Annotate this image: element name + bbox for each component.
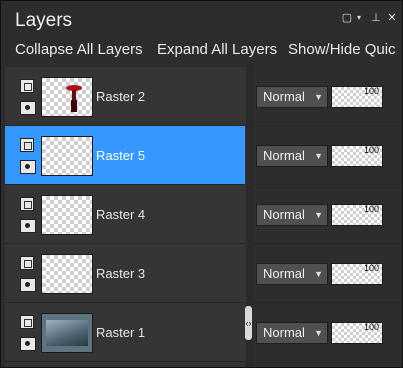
blend-mode-dropdown[interactable]: Normal ▼ bbox=[256, 145, 328, 167]
row-divider bbox=[253, 243, 402, 244]
restore-icon[interactable]: ▢ bbox=[341, 12, 353, 24]
blend-mode-dropdown[interactable]: Normal ▼ bbox=[256, 204, 328, 226]
layer-list: Raster 2 Raster 5 Raster 4 Raster 3 Rast… bbox=[5, 67, 246, 367]
expand-all-button[interactable]: Expand All Layers bbox=[157, 41, 277, 58]
layer-row-raster-4[interactable]: Raster 4 bbox=[5, 185, 245, 244]
layer-name: Raster 1 bbox=[96, 325, 146, 340]
blend-mode-dropdown[interactable]: Normal ▼ bbox=[256, 263, 328, 285]
layer-thumbnail bbox=[41, 313, 93, 353]
chevron-down-icon: ▼ bbox=[314, 328, 323, 338]
visibility-eye-icon[interactable] bbox=[20, 160, 36, 174]
pin-icon[interactable]: ⊥ bbox=[370, 12, 382, 24]
chevron-down-icon: ▼ bbox=[314, 92, 323, 102]
close-icon[interactable]: ✕ bbox=[386, 12, 398, 24]
lock-icon[interactable] bbox=[20, 79, 34, 93]
blend-mode-dropdown[interactable]: Normal ▼ bbox=[256, 86, 328, 108]
lock-icon[interactable] bbox=[20, 138, 34, 152]
layer-thumbnail bbox=[41, 77, 93, 117]
collapse-all-button[interactable]: Collapse All Layers bbox=[15, 41, 143, 58]
row-divider bbox=[253, 302, 402, 303]
show-hide-quick-button[interactable]: Show/Hide Quic bbox=[288, 41, 396, 58]
panel-titlebar: Layers ▢ ▾ ⊥ ✕ bbox=[1, 1, 402, 37]
layer-name: Raster 2 bbox=[96, 89, 146, 104]
opacity-field[interactable]: 100 bbox=[331, 263, 383, 285]
blend-mode-dropdown[interactable]: Normal ▼ bbox=[256, 322, 328, 344]
row-divider bbox=[253, 184, 402, 185]
layer-row-raster-1[interactable]: Raster 1 bbox=[5, 303, 245, 362]
layer-thumbnail bbox=[41, 254, 93, 294]
layer-row-raster-3[interactable]: Raster 3 bbox=[5, 244, 245, 303]
layer-name: Raster 5 bbox=[96, 148, 146, 163]
layer-thumbnail bbox=[41, 195, 93, 235]
layer-row-raster-2[interactable]: Raster 2 bbox=[5, 67, 245, 126]
opacity-field[interactable]: 100 bbox=[331, 204, 383, 226]
lock-icon[interactable] bbox=[20, 315, 34, 329]
row-divider bbox=[253, 125, 402, 126]
lock-icon[interactable] bbox=[20, 256, 34, 270]
panel-toolbar: Collapse All Layers Expand All Layers Sh… bbox=[1, 37, 402, 65]
splitter-grip-handle[interactable]: ‹› bbox=[245, 306, 252, 340]
visibility-eye-icon[interactable] bbox=[20, 278, 36, 292]
lock-icon[interactable] bbox=[20, 197, 34, 211]
umbrella-figure-thumbnail bbox=[66, 85, 82, 112]
visibility-eye-icon[interactable] bbox=[20, 337, 36, 351]
layer-thumbnail bbox=[41, 136, 93, 176]
visibility-eye-icon[interactable] bbox=[20, 219, 36, 233]
opacity-field[interactable]: 100 bbox=[331, 145, 383, 167]
chevron-down-icon: ▼ bbox=[314, 151, 323, 161]
visibility-eye-icon[interactable] bbox=[20, 101, 36, 115]
opacity-field[interactable]: 100 bbox=[331, 322, 383, 344]
chevron-down-icon: ▼ bbox=[314, 210, 323, 220]
chevron-down-icon: ▼ bbox=[314, 269, 323, 279]
opacity-field[interactable]: 100 bbox=[331, 86, 383, 108]
panel-title: Layers bbox=[15, 10, 73, 31]
layers-panel: Layers ▢ ▾ ⊥ ✕ Collapse All Layers Expan… bbox=[0, 0, 403, 368]
layer-row-raster-5[interactable]: Raster 5 bbox=[5, 126, 245, 185]
layer-name: Raster 4 bbox=[96, 207, 146, 222]
menu-arrow-icon[interactable]: ▾ bbox=[353, 12, 365, 24]
layer-name: Raster 3 bbox=[96, 266, 146, 281]
